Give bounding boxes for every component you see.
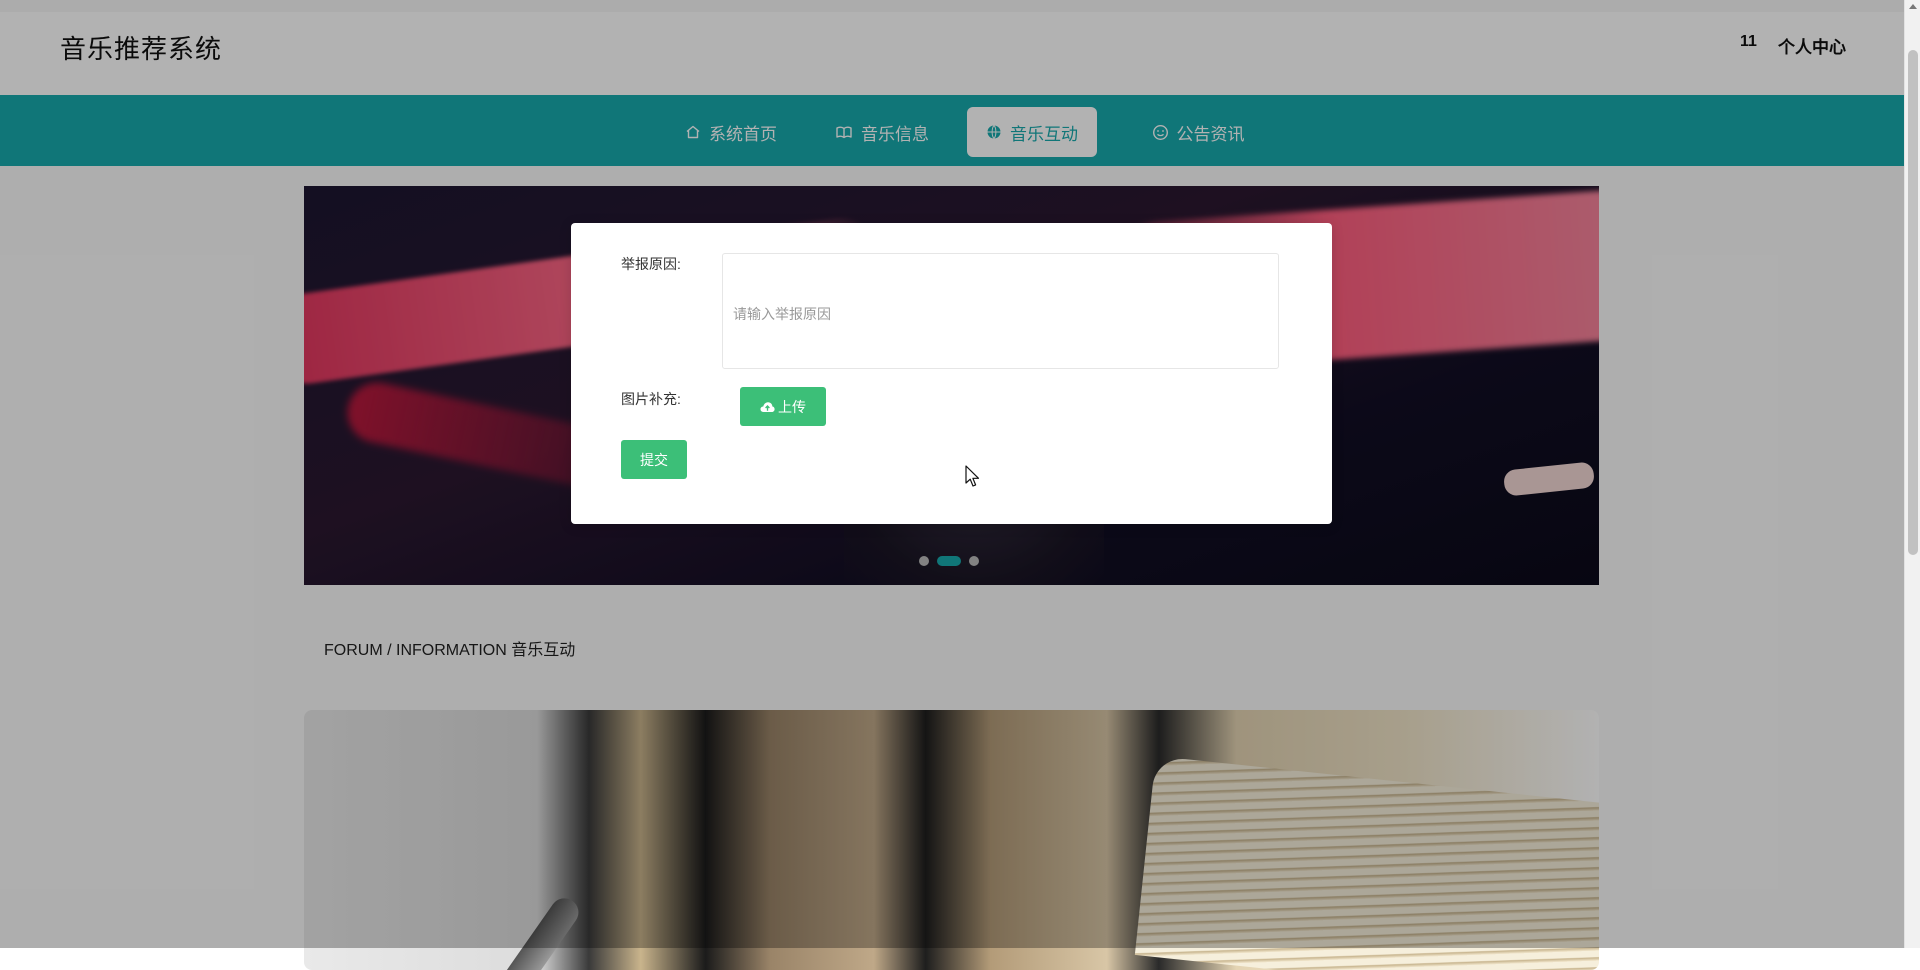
scrollbar-thumb[interactable] <box>1908 50 1918 555</box>
report-reason-input[interactable] <box>722 253 1279 369</box>
reason-label: 举报原因: <box>621 256 681 272</box>
upload-button[interactable]: 上传 <box>740 387 826 426</box>
upload-button-label: 上传 <box>778 398 806 415</box>
vertical-scrollbar[interactable] <box>1904 0 1920 948</box>
mouse-cursor-icon <box>965 465 980 487</box>
scroll-up-arrow-icon[interactable] <box>1909 4 1917 9</box>
cloud-upload-icon <box>760 401 775 412</box>
image-label: 图片补充: <box>621 391 681 407</box>
submit-button[interactable]: 提交 <box>621 440 687 479</box>
report-dialog: 举报原因: 图片补充: 上传 提交 <box>571 223 1332 524</box>
